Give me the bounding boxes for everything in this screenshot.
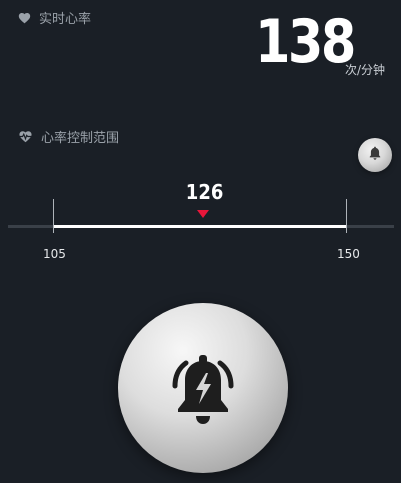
heart-icon (18, 12, 31, 24)
range-min-label: 105 (43, 247, 66, 261)
heart-pulse-icon (18, 130, 33, 143)
heart-rate-range-label: 心率控制范围 (18, 127, 119, 146)
alert-button[interactable] (118, 303, 288, 473)
realtime-heart-rate-text: 实时心率 (39, 12, 92, 27)
small-alert-button[interactable] (358, 138, 392, 172)
current-heart-rate-marker-value: 126 (185, 180, 224, 204)
heart-rate-value: 138 (255, 7, 356, 77)
realtime-heart-rate-label: 实时心率 (18, 8, 91, 27)
heart-rate-unit: 次/分钟 (345, 63, 386, 77)
range-track-active[interactable] (53, 225, 347, 228)
range-max-label: 150 (337, 247, 360, 261)
bell-icon (368, 145, 382, 165)
range-min-tick[interactable] (53, 199, 54, 233)
heart-rate-range-text: 心率控制范围 (41, 131, 120, 146)
range-max-tick[interactable] (346, 199, 347, 233)
bell-alert-icon (161, 346, 245, 430)
current-value-marker (197, 210, 209, 218)
